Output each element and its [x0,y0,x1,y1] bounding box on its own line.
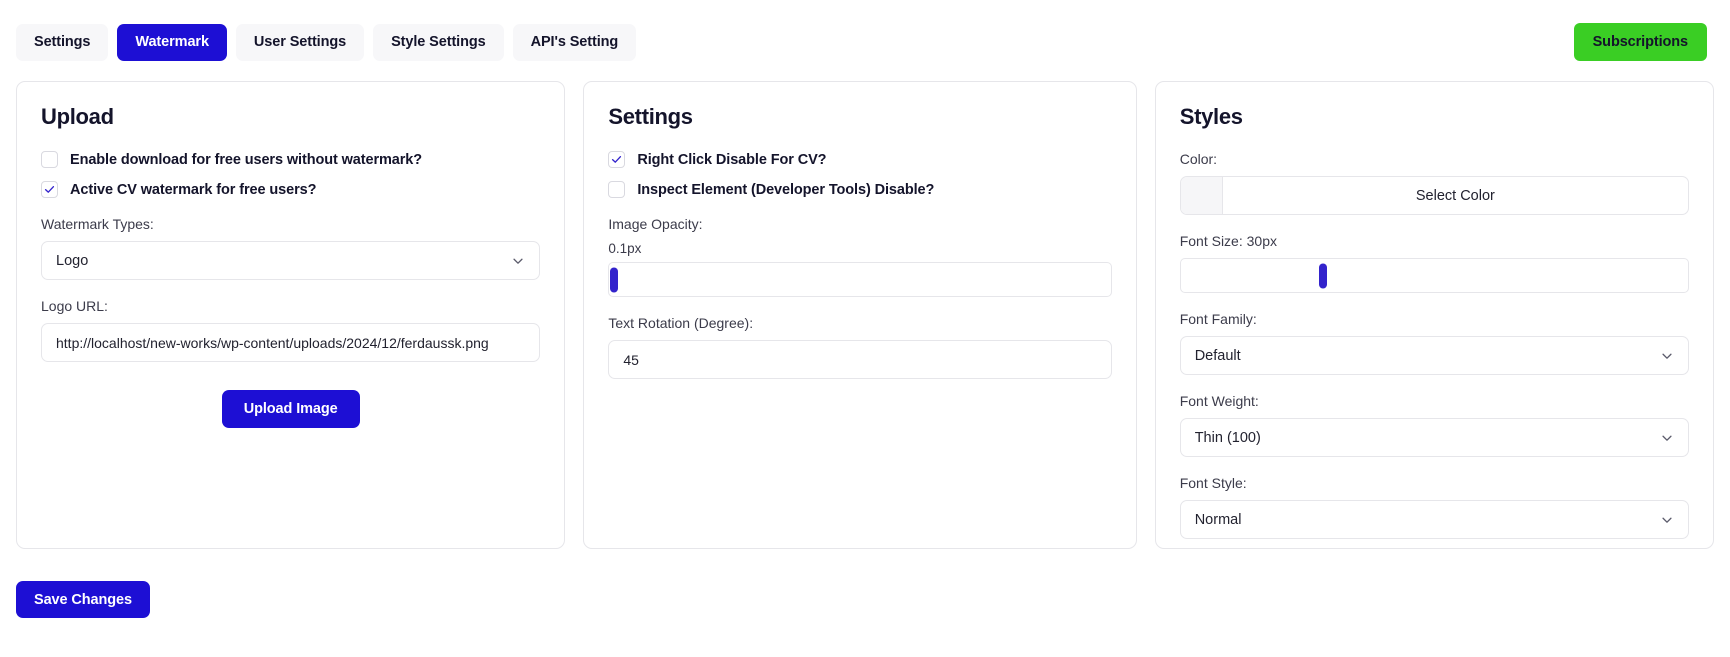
save-bar: Save Changes [0,549,1730,618]
settings-panel-title: Settings [608,104,693,129]
label-logo-url: Logo URL: [41,298,108,314]
top-tab-bar: Settings Watermark User Settings Style S… [0,0,1730,68]
label-color: Color: [1179,151,1218,167]
watermark-settings-page: Settings Watermark User Settings Style S… [0,0,1730,657]
label-image-opacity: Image Opacity: [608,216,703,232]
upload-image-button[interactable]: Upload Image [221,390,360,428]
upload-panel: Upload Enable download for free users wi… [16,81,566,549]
input-logo-url[interactable]: http://localhost/new-works/wp-content/up… [41,323,541,362]
select-font-weight[interactable]: Thin (100) [1179,418,1690,457]
field-font-weight: Font Weight: Thin (100) [1179,393,1690,457]
field-text-rotation: Text Rotation (Degree): 45 [608,315,1112,379]
color-picker[interactable]: Select Color [1179,176,1690,215]
slider-font-size-thumb[interactable] [1318,263,1327,288]
tab-list: Settings Watermark User Settings Style S… [16,23,637,61]
slider-font-size[interactable] [1179,258,1690,293]
color-swatch[interactable] [1180,177,1223,214]
row-inspect-element-disable[interactable]: Inspect Element (Developer Tools) Disabl… [608,181,1111,198]
field-font-size: Font Size: 30px [1179,233,1690,293]
slider-image-opacity-thumb[interactable] [610,267,619,292]
label-right-click-disable[interactable]: Right Click Disable For CV? [637,152,826,168]
tab-settings[interactable]: Settings [16,23,109,61]
tab-style-settings[interactable]: Style Settings [373,23,504,61]
settings-panel: Settings Right Click Disable For CV? Ins… [583,81,1137,549]
label-font-size: Font Size: 30px [1179,233,1277,249]
chevron-down-icon [513,258,523,264]
field-font-style: Font Style: Normal [1179,475,1690,539]
field-color: Color: Select Color [1179,151,1690,215]
select-font-family[interactable]: Default [1179,336,1690,375]
select-font-style-value: Normal [1194,511,1242,528]
input-text-rotation[interactable]: 45 [608,340,1112,379]
field-font-family: Font Family: Default [1179,311,1690,375]
chevron-down-icon [1662,353,1672,359]
select-font-style[interactable]: Normal [1179,500,1690,539]
checkbox-active-cv-watermark[interactable] [41,181,58,198]
checkbox-enable-free-download[interactable] [41,151,58,168]
input-text-rotation-value: 45 [623,351,639,368]
field-watermark-types: Watermark Types: Logo [41,216,541,280]
row-active-cv-watermark[interactable]: Active CV watermark for free users? [41,181,540,198]
label-font-style: Font Style: [1179,475,1247,491]
styles-panel-title: Styles [1179,104,1243,129]
select-watermark-types-value: Logo [56,252,89,269]
label-font-weight: Font Weight: [1179,393,1259,409]
upload-button-row: Upload Image [41,390,540,428]
check-icon [44,186,55,193]
styles-panel: Styles Color: Select Color Font Size: 30… [1154,81,1715,549]
slider-image-opacity[interactable] [608,262,1112,297]
label-text-rotation: Text Rotation (Degree): [608,315,754,331]
select-font-weight-value: Thin (100) [1194,429,1261,446]
checkbox-inspect-element-disable[interactable] [608,181,626,198]
label-active-cv-watermark[interactable]: Active CV watermark for free users? [70,182,316,198]
tab-api-setting[interactable]: API's Setting [512,23,637,61]
checkbox-right-click-disable[interactable] [608,151,626,168]
row-enable-free-download[interactable]: Enable download for free users without w… [41,151,540,168]
tab-watermark[interactable]: Watermark [117,23,227,61]
chevron-down-icon [1662,435,1672,441]
chevron-down-icon [1662,517,1672,523]
select-font-family-value: Default [1194,347,1241,364]
select-watermark-types[interactable]: Logo [41,241,541,280]
save-changes-button[interactable]: Save Changes [16,581,150,618]
select-color-button[interactable]: Select Color [1223,177,1688,214]
label-watermark-types: Watermark Types: [41,216,154,232]
upload-panel-title: Upload [41,104,114,129]
check-icon [612,156,622,163]
input-logo-url-value: http://localhost/new-works/wp-content/up… [56,334,489,351]
label-enable-free-download[interactable]: Enable download for free users without w… [70,152,422,168]
label-font-family: Font Family: [1179,311,1257,327]
row-right-click-disable[interactable]: Right Click Disable For CV? [608,151,1111,168]
tab-user-settings[interactable]: User Settings [235,23,365,61]
panel-row: Upload Enable download for free users wi… [0,68,1730,549]
value-image-opacity: 0.1px [608,241,642,256]
field-logo-url: Logo URL: http://localhost/new-works/wp-… [41,298,541,362]
label-inspect-element-disable[interactable]: Inspect Element (Developer Tools) Disabl… [637,182,934,198]
subscriptions-button[interactable]: Subscriptions [1573,23,1707,61]
field-image-opacity: Image Opacity: 0.1px [608,216,1112,297]
